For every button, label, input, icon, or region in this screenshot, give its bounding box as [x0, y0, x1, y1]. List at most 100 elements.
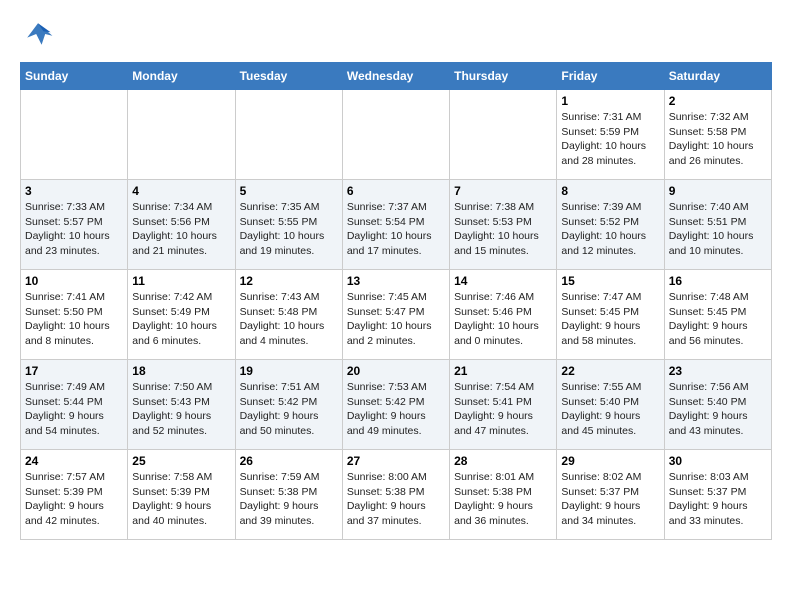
- day-number: 19: [240, 364, 338, 378]
- calendar-cell: 18 Sunrise: 7:50 AM Sunset: 5:43 PM Dayli…: [128, 360, 235, 450]
- day-number: 7: [454, 184, 552, 198]
- calendar-cell: 3 Sunrise: 7:33 AM Sunset: 5:57 PM Daylig…: [21, 180, 128, 270]
- calendar-cell: 22Sunrise: 7:55 AM Sunset: 5:40 PM Dayli…: [557, 360, 664, 450]
- calendar-cell: 28Sunrise: 8:01 AM Sunset: 5:38 PM Dayli…: [450, 450, 557, 540]
- day-info: Sunrise: 7:56 AM Sunset: 5:40 PM Dayligh…: [669, 380, 767, 439]
- calendar-cell: [21, 90, 128, 180]
- header: [20, 16, 772, 52]
- day-info: Sunrise: 7:42 AM Sunset: 5:49 PM Dayligh…: [132, 290, 230, 349]
- calendar-cell: 13 Sunrise: 7:45 AM Sunset: 5:47 PM Dayli…: [342, 270, 449, 360]
- day-info: Sunrise: 7:59 AM Sunset: 5:38 PM Dayligh…: [240, 470, 338, 529]
- calendar-cell: 14 Sunrise: 7:46 AM Sunset: 5:46 PM Dayli…: [450, 270, 557, 360]
- calendar-header-tuesday: Tuesday: [235, 63, 342, 90]
- day-info: Sunrise: 7:58 AM Sunset: 5:39 PM Dayligh…: [132, 470, 230, 529]
- day-number: 26: [240, 454, 338, 468]
- day-info: Sunrise: 7:45 AM Sunset: 5:47 PM Dayligh…: [347, 290, 445, 349]
- day-number: 5: [240, 184, 338, 198]
- calendar-cell: 12Sunrise: 7:43 AM Sunset: 5:48 PM Dayli…: [235, 270, 342, 360]
- day-number: 15: [561, 274, 659, 288]
- day-number: 4: [132, 184, 230, 198]
- day-info: Sunrise: 7:33 AM Sunset: 5:57 PM Dayligh…: [25, 200, 123, 259]
- calendar-cell: 27 Sunrise: 8:00 AM Sunset: 5:38 PM Dayli…: [342, 450, 449, 540]
- calendar-cell: 15 Sunrise: 7:47 AM Sunset: 5:45 PM Dayli…: [557, 270, 664, 360]
- calendar-cell: 16 Sunrise: 7:48 AM Sunset: 5:45 PM Dayli…: [664, 270, 771, 360]
- calendar-cell: 7 Sunrise: 7:38 AM Sunset: 5:53 PM Daylig…: [450, 180, 557, 270]
- calendar-header-thursday: Thursday: [450, 63, 557, 90]
- calendar-cell: 10 Sunrise: 7:41 AM Sunset: 5:50 PM Dayli…: [21, 270, 128, 360]
- calendar-cell: [342, 90, 449, 180]
- calendar-cell: 4 Sunrise: 7:34 AM Sunset: 5:56 PM Daylig…: [128, 180, 235, 270]
- day-info: Sunrise: 7:41 AM Sunset: 5:50 PM Dayligh…: [25, 290, 123, 349]
- day-number: 17: [25, 364, 123, 378]
- calendar-header-row: SundayMondayTuesdayWednesdayThursdayFrid…: [21, 63, 772, 90]
- day-number: 23: [669, 364, 767, 378]
- calendar-cell: [450, 90, 557, 180]
- day-info: Sunrise: 7:39 AM Sunset: 5:52 PM Dayligh…: [561, 200, 659, 259]
- day-info: Sunrise: 7:50 AM Sunset: 5:43 PM Dayligh…: [132, 380, 230, 439]
- day-number: 1: [561, 94, 659, 108]
- day-number: 8: [561, 184, 659, 198]
- calendar-cell: 25 Sunrise: 7:58 AM Sunset: 5:39 PM Dayli…: [128, 450, 235, 540]
- day-number: 3: [25, 184, 123, 198]
- logo-bird-icon: [20, 16, 56, 52]
- calendar-cell: 9 Sunrise: 7:40 AM Sunset: 5:51 PM Daylig…: [664, 180, 771, 270]
- day-info: Sunrise: 7:32 AM Sunset: 5:58 PM Dayligh…: [669, 110, 767, 169]
- day-info: Sunrise: 7:34 AM Sunset: 5:56 PM Dayligh…: [132, 200, 230, 259]
- day-info: Sunrise: 8:00 AM Sunset: 5:38 PM Dayligh…: [347, 470, 445, 529]
- calendar-cell: 6Sunrise: 7:37 AM Sunset: 5:54 PM Daylig…: [342, 180, 449, 270]
- day-info: Sunrise: 7:48 AM Sunset: 5:45 PM Dayligh…: [669, 290, 767, 349]
- day-number: 10: [25, 274, 123, 288]
- calendar-header-monday: Monday: [128, 63, 235, 90]
- calendar-cell: 5 Sunrise: 7:35 AM Sunset: 5:55 PM Daylig…: [235, 180, 342, 270]
- calendar-week-row: 24 Sunrise: 7:57 AM Sunset: 5:39 PM Dayli…: [21, 450, 772, 540]
- day-info: Sunrise: 7:54 AM Sunset: 5:41 PM Dayligh…: [454, 380, 552, 439]
- day-info: Sunrise: 7:55 AM Sunset: 5:40 PM Dayligh…: [561, 380, 659, 439]
- calendar-cell: 26 Sunrise: 7:59 AM Sunset: 5:38 PM Dayli…: [235, 450, 342, 540]
- day-number: 18: [132, 364, 230, 378]
- calendar-week-row: 10 Sunrise: 7:41 AM Sunset: 5:50 PM Dayli…: [21, 270, 772, 360]
- day-number: 9: [669, 184, 767, 198]
- calendar-cell: 2Sunrise: 7:32 AM Sunset: 5:58 PM Daylig…: [664, 90, 771, 180]
- calendar-cell: 29 Sunrise: 8:02 AM Sunset: 5:37 PM Dayli…: [557, 450, 664, 540]
- calendar-cell: 20Sunrise: 7:53 AM Sunset: 5:42 PM Dayli…: [342, 360, 449, 450]
- day-info: Sunrise: 7:31 AM Sunset: 5:59 PM Dayligh…: [561, 110, 659, 169]
- calendar-cell: 11Sunrise: 7:42 AM Sunset: 5:49 PM Dayli…: [128, 270, 235, 360]
- calendar-header-sunday: Sunday: [21, 63, 128, 90]
- calendar-cell: 19 Sunrise: 7:51 AM Sunset: 5:42 PM Dayli…: [235, 360, 342, 450]
- calendar-cell: 30 Sunrise: 8:03 AM Sunset: 5:37 PM Dayli…: [664, 450, 771, 540]
- day-info: Sunrise: 7:40 AM Sunset: 5:51 PM Dayligh…: [669, 200, 767, 259]
- logo: [20, 16, 62, 52]
- day-number: 25: [132, 454, 230, 468]
- day-number: 6: [347, 184, 445, 198]
- calendar-cell: [128, 90, 235, 180]
- calendar-header-friday: Friday: [557, 63, 664, 90]
- day-number: 29: [561, 454, 659, 468]
- day-number: 27: [347, 454, 445, 468]
- day-number: 13: [347, 274, 445, 288]
- calendar-cell: 17Sunrise: 7:49 AM Sunset: 5:44 PM Dayli…: [21, 360, 128, 450]
- calendar-header-saturday: Saturday: [664, 63, 771, 90]
- day-info: Sunrise: 7:46 AM Sunset: 5:46 PM Dayligh…: [454, 290, 552, 349]
- calendar-cell: 1 Sunrise: 7:31 AM Sunset: 5:59 PM Daylig…: [557, 90, 664, 180]
- day-number: 21: [454, 364, 552, 378]
- day-info: Sunrise: 7:51 AM Sunset: 5:42 PM Dayligh…: [240, 380, 338, 439]
- day-number: 16: [669, 274, 767, 288]
- calendar-week-row: 1 Sunrise: 7:31 AM Sunset: 5:59 PM Daylig…: [21, 90, 772, 180]
- calendar-header-wednesday: Wednesday: [342, 63, 449, 90]
- day-info: Sunrise: 7:38 AM Sunset: 5:53 PM Dayligh…: [454, 200, 552, 259]
- calendar-week-row: 3 Sunrise: 7:33 AM Sunset: 5:57 PM Daylig…: [21, 180, 772, 270]
- day-number: 28: [454, 454, 552, 468]
- day-info: Sunrise: 8:03 AM Sunset: 5:37 PM Dayligh…: [669, 470, 767, 529]
- day-number: 20: [347, 364, 445, 378]
- day-info: Sunrise: 7:35 AM Sunset: 5:55 PM Dayligh…: [240, 200, 338, 259]
- day-number: 30: [669, 454, 767, 468]
- day-number: 14: [454, 274, 552, 288]
- calendar-cell: [235, 90, 342, 180]
- day-info: Sunrise: 7:43 AM Sunset: 5:48 PM Dayligh…: [240, 290, 338, 349]
- day-info: Sunrise: 7:47 AM Sunset: 5:45 PM Dayligh…: [561, 290, 659, 349]
- day-info: Sunrise: 8:02 AM Sunset: 5:37 PM Dayligh…: [561, 470, 659, 529]
- calendar-table: SundayMondayTuesdayWednesdayThursdayFrid…: [20, 62, 772, 540]
- day-number: 24: [25, 454, 123, 468]
- day-info: Sunrise: 7:57 AM Sunset: 5:39 PM Dayligh…: [25, 470, 123, 529]
- page: SundayMondayTuesdayWednesdayThursdayFrid…: [0, 0, 792, 556]
